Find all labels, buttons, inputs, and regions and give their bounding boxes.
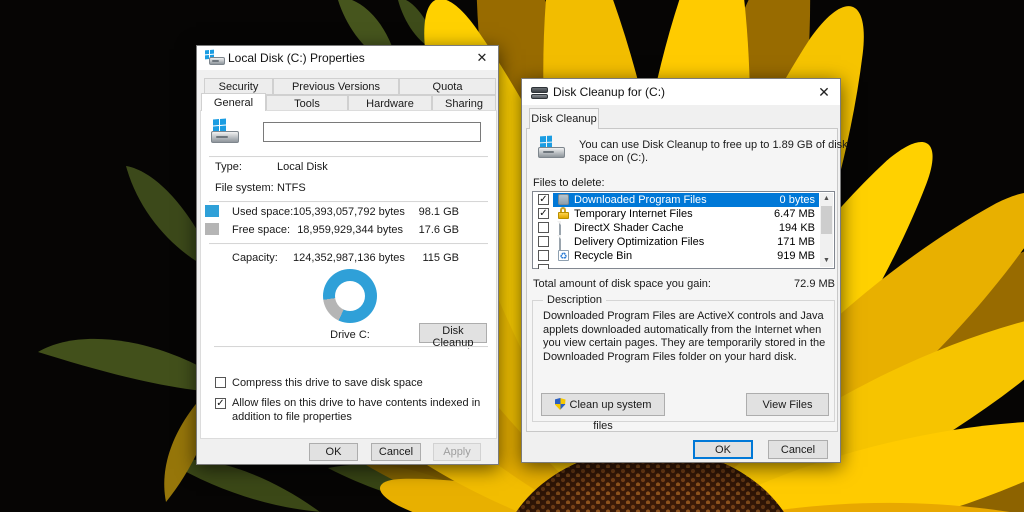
used-space-swatch (205, 205, 219, 217)
used-space-bytes: 105,393,057,792 bytes (293, 206, 405, 218)
file-size: 0 bytes (779, 194, 815, 206)
program-files-icon (558, 194, 569, 205)
tab-previous-versions[interactable]: Previous Versions (273, 78, 399, 95)
files-to-delete-label: Files to delete: (533, 177, 605, 189)
capacity-size: 115 GB (422, 252, 460, 264)
cleanup-intro-line1: You can use Disk Cleanup to free up to 1… (579, 139, 848, 151)
list-item-partial[interactable] (534, 263, 819, 269)
capacity-label: Capacity: (232, 252, 278, 264)
apply-button[interactable]: Apply (433, 443, 481, 461)
list-item[interactable]: ✓ Downloaded Program Files 0 bytes (534, 193, 819, 207)
free-space-size: 17.6 GB (418, 224, 459, 236)
free-space-label: Free space: (232, 224, 291, 236)
volume-label-input[interactable] (263, 122, 481, 142)
ok-button[interactable]: OK (693, 440, 753, 459)
tab-general[interactable]: General (201, 93, 266, 111)
properties-dialog-title: Local Disk (C:) Properties (228, 51, 365, 65)
uac-shield-icon (554, 398, 566, 410)
total-gain-value: 72.9 MB (794, 278, 835, 290)
tab-hardware[interactable]: Hardware (348, 95, 432, 111)
tab-sharing[interactable]: Sharing (432, 95, 496, 111)
used-space-size: 98.1 GB (418, 206, 459, 218)
free-space-bytes: 18,959,929,344 bytes (297, 224, 403, 236)
file-name: Delivery Optimization Files (574, 236, 705, 248)
total-gain-label: Total amount of disk space you gain: (533, 278, 711, 290)
sunflower-wallpaper (0, 0, 1024, 512)
description-legend: Description (543, 294, 607, 306)
list-item[interactable]: ♻ Recycle Bin 919 MB (534, 249, 819, 263)
lock-icon (558, 207, 569, 219)
file-size: 171 MB (777, 236, 815, 248)
cancel-button[interactable]: Cancel (768, 440, 828, 459)
cleanup-titlebar[interactable]: Disk Cleanup for (C:) ✕ (522, 79, 840, 105)
scroll-up-icon[interactable]: ▲ (820, 193, 833, 205)
tab-tools[interactable]: Tools (266, 95, 348, 111)
filesystem-value: NTFS (277, 182, 306, 194)
list-item[interactable]: Delivery Optimization Files 171 MB (534, 235, 819, 254)
list-scrollbar[interactable]: ▲ ▼ (820, 193, 833, 267)
recycle-bin-icon: ♻ (558, 250, 569, 261)
properties-titlebar[interactable]: Local Disk (C:) Properties ✕ (197, 46, 498, 70)
close-icon[interactable]: ✕ (808, 79, 840, 105)
scroll-down-icon[interactable]: ▼ (820, 255, 833, 267)
description-groupbox: Description Downloaded Program Files are… (532, 294, 835, 432)
used-space-label: Used space: (232, 206, 294, 218)
file-name: Recycle Bin (574, 250, 633, 262)
file-checkbox[interactable] (538, 236, 549, 247)
list-item[interactable]: DirectX Shader Cache 194 KB (534, 221, 819, 240)
files-to-delete-list[interactable]: ✓ Downloaded Program Files 0 bytes ✓ Tem… (532, 191, 835, 269)
index-contents-label: Allow files on this drive to have conten… (232, 397, 481, 423)
file-checkbox[interactable] (538, 250, 549, 261)
close-icon[interactable]: ✕ (466, 46, 498, 70)
index-contents-checkbox[interactable]: ✓ (215, 398, 226, 409)
view-files-button[interactable]: View Files (746, 393, 829, 416)
type-value: Local Disk (277, 161, 328, 173)
disk-cleanup-dialog: Disk Cleanup for (C:) ✕ Disk Cleanup You… (521, 78, 848, 463)
file-checkbox[interactable]: ✓ (538, 194, 549, 205)
properties-dialog: Local Disk (C:) Properties ✕ Security Pr… (196, 45, 499, 465)
list-item[interactable]: ✓ Temporary Internet Files 6.47 MB (534, 207, 819, 221)
cleanup-intro-line2: space on (C:). (579, 152, 649, 164)
file-checkbox[interactable] (538, 222, 549, 233)
disk-cleanup-button[interactable]: Disk Cleanup (419, 323, 487, 349)
compress-drive-label: Compress this drive to save disk space (232, 377, 423, 389)
compress-drive-checkbox[interactable] (215, 377, 226, 388)
disk-usage-donut-chart (323, 269, 377, 323)
file-size: 6.47 MB (774, 208, 815, 220)
file-size: 919 MB (777, 250, 815, 262)
file-name: DirectX Shader Cache (574, 222, 684, 234)
file-checkbox[interactable] (538, 264, 549, 269)
type-label: Type: (215, 161, 242, 173)
free-space-swatch (205, 223, 219, 235)
description-text: Downloaded Program Files are ActiveX con… (543, 310, 826, 363)
drive-caption: Drive C: (330, 329, 370, 341)
ok-button[interactable]: OK (309, 443, 358, 461)
clean-up-system-files-button[interactable]: Clean up system files (541, 393, 665, 432)
file-name: Temporary Internet Files (574, 208, 693, 220)
cleanup-dialog-title: Disk Cleanup for (C:) (553, 85, 666, 99)
tab-disk-cleanup[interactable]: Disk Cleanup (529, 108, 599, 129)
cancel-button[interactable]: Cancel (371, 443, 421, 461)
file-checkbox[interactable]: ✓ (538, 208, 549, 219)
capacity-bytes: 124,352,987,136 bytes (293, 252, 405, 264)
file-name: Downloaded Program Files (574, 194, 707, 206)
tab-quota[interactable]: Quota (399, 78, 496, 95)
file-size: 194 KB (778, 222, 815, 234)
filesystem-label: File system: (215, 182, 274, 194)
